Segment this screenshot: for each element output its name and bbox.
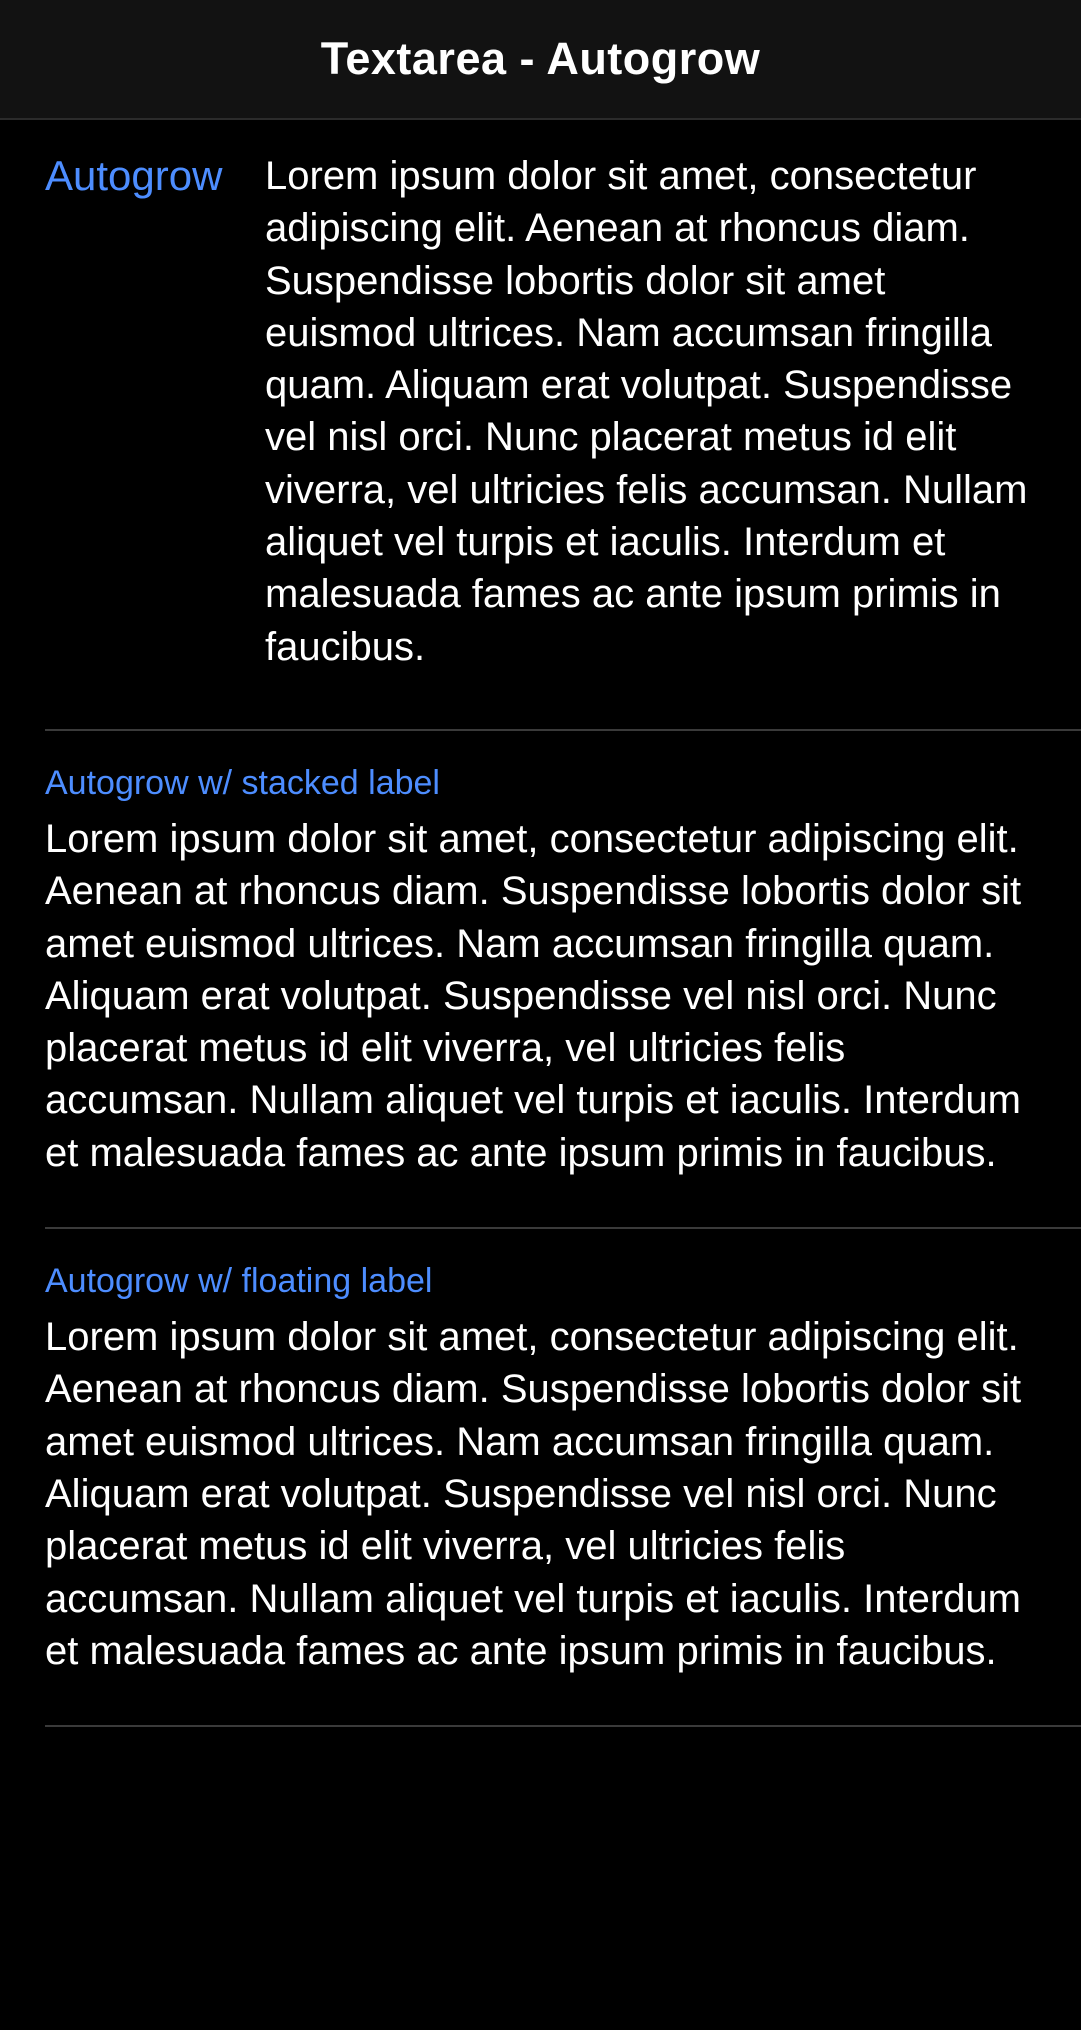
textarea-stacked-label[interactable]: Lorem ipsum dolor sit amet, consectetur … — [45, 813, 1036, 1179]
textarea-label-autogrow: Autogrow — [45, 152, 223, 199]
textarea-label-stacked: Autogrow w/ stacked label — [45, 763, 440, 802]
textarea-item-stacked-label: Autogrow w/ stacked label Lorem ipsum do… — [45, 731, 1081, 1230]
app-screen: Textarea - Autogrow Autogrow Lorem ipsum… — [0, 0, 1081, 2030]
textarea-list: Autogrow Lorem ipsum dolor sit amet, con… — [0, 120, 1081, 1728]
textarea-floating-label[interactable]: Lorem ipsum dolor sit amet, consectetur … — [45, 1311, 1036, 1677]
page-title: Textarea - Autogrow — [320, 33, 761, 84]
textarea-item-floating-label: Autogrow w/ floating label Lorem ipsum d… — [45, 1229, 1081, 1728]
textarea-autogrow[interactable]: Lorem ipsum dolor sit amet, consectetur … — [265, 150, 1036, 673]
textarea-label-floating: Autogrow w/ floating label — [45, 1262, 433, 1301]
toolbar: Textarea - Autogrow — [0, 0, 1081, 120]
textarea-item-autogrow: Autogrow Lorem ipsum dolor sit amet, con… — [45, 120, 1081, 731]
